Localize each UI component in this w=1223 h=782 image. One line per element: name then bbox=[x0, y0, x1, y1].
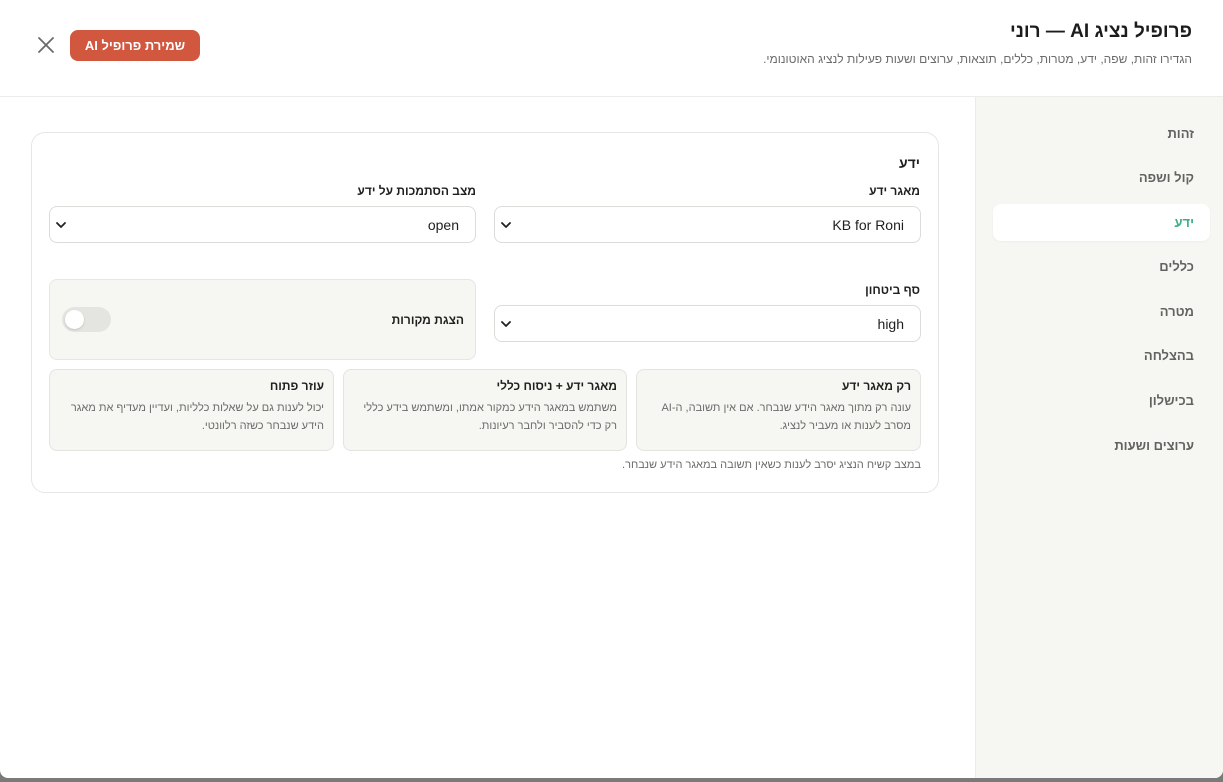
option-kb-plus-general[interactable]: מאגר ידע + ניסוח כללי משתמש במאגר הידע כ… bbox=[343, 369, 627, 451]
sidebar: זהות קול ושפה ידע כללים מטרה בהצלחה בכיש… bbox=[975, 97, 1223, 778]
chevron-down-icon bbox=[501, 222, 511, 228]
modal-header: פרופיל נציג AI — רוני הגדירו זהות, שפה, … bbox=[0, 0, 1223, 97]
knowledge-base-label: מאגר ידע bbox=[869, 184, 920, 198]
save-profile-button[interactable]: שמירת פרופיל AI bbox=[70, 30, 200, 61]
show-sources-toggle[interactable] bbox=[62, 307, 111, 332]
sidebar-item-voice-language[interactable]: קול ושפה bbox=[993, 159, 1210, 196]
option-description: יכול לענות גם על שאלות כלליות, ועדיין מע… bbox=[70, 402, 324, 432]
section-title: ידע bbox=[898, 155, 920, 171]
chevron-down-icon bbox=[501, 321, 511, 327]
knowledge-base-value: KB for Roni bbox=[832, 216, 904, 233]
chevron-down-icon bbox=[56, 222, 66, 228]
option-description: משתמש במאגר הידע כמקור אמתו, ומשתמש בידע… bbox=[363, 402, 617, 432]
page-subtitle: הגדירו זהות, שפה, ידע, מטרות, כללים, תוצ… bbox=[763, 52, 1192, 66]
reliance-mode-value: open bbox=[427, 216, 459, 233]
show-sources-label: הצגת מקורות bbox=[391, 313, 464, 327]
option-title: רק מאגר ידע bbox=[841, 379, 911, 393]
close-icon[interactable] bbox=[34, 33, 58, 57]
knowledge-card: ידע מאגר ידע KB for Roni מצב הסתמכות על … bbox=[31, 132, 939, 493]
ai-profile-modal: פרופיל נציג AI — רוני הגדירו זהות, שפה, … bbox=[0, 0, 1223, 778]
reliance-mode-label: מצב הסתמכות על ידע bbox=[357, 184, 476, 198]
knowledge-base-select[interactable]: KB for Roni bbox=[494, 206, 921, 243]
option-title: מאגר ידע + ניסוח כללי bbox=[496, 379, 617, 393]
confidence-threshold-select[interactable]: high bbox=[494, 305, 921, 342]
show-sources-panel: הצגת מקורות bbox=[49, 279, 476, 360]
reliance-mode-select[interactable]: open bbox=[49, 206, 476, 243]
sidebar-item-identity[interactable]: זהות bbox=[993, 115, 1210, 152]
sidebar-item-knowledge[interactable]: ידע bbox=[993, 204, 1210, 241]
option-open-assistant[interactable]: עוזר פתוח יכול לענות גם על שאלות כלליות,… bbox=[49, 369, 334, 451]
page-title: פרופיל נציג AI — רוני bbox=[1010, 21, 1192, 42]
option-kb-only[interactable]: רק מאגר ידע עונה רק מתוך מאגר הידע שנבחר… bbox=[636, 369, 921, 451]
option-title: עוזר פתוח bbox=[269, 379, 324, 393]
strict-mode-hint: במצב קשיח הנציג יסרב לענות כשאין תשובה ב… bbox=[622, 459, 921, 471]
confidence-threshold-label: סף ביטחון bbox=[865, 283, 920, 297]
sidebar-item-on-failure[interactable]: בכישלון bbox=[993, 382, 1210, 419]
sidebar-item-on-success[interactable]: בהצלחה bbox=[993, 337, 1210, 374]
confidence-threshold-value: high bbox=[877, 315, 904, 332]
sidebar-item-goal[interactable]: מטרה bbox=[993, 293, 1210, 330]
option-description: עונה רק מתוך מאגר הידע שנבחר. אם אין תשו… bbox=[661, 402, 911, 432]
sidebar-item-channels-hours[interactable]: ערוצים ושעות bbox=[993, 427, 1210, 464]
toggle-knob bbox=[65, 310, 84, 329]
sidebar-item-rules[interactable]: כללים bbox=[993, 248, 1210, 285]
